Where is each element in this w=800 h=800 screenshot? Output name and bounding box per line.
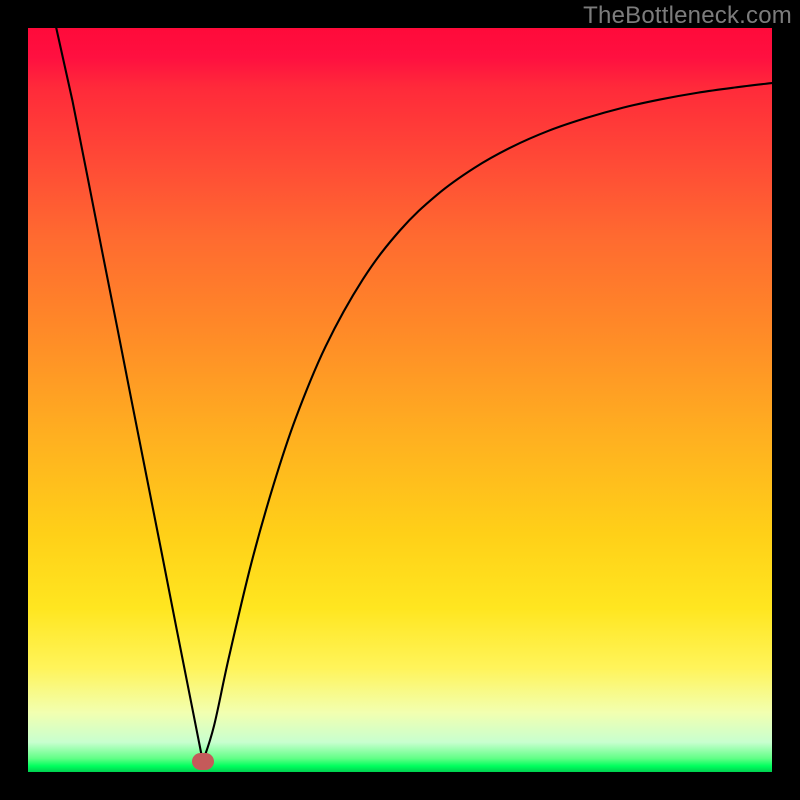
plot-area [28,28,772,772]
bottleneck-curve [28,28,772,772]
optimum-marker [192,753,214,769]
watermark-text: TheBottleneck.com [583,2,792,30]
chart-frame: TheBottleneck.com [0,0,800,800]
